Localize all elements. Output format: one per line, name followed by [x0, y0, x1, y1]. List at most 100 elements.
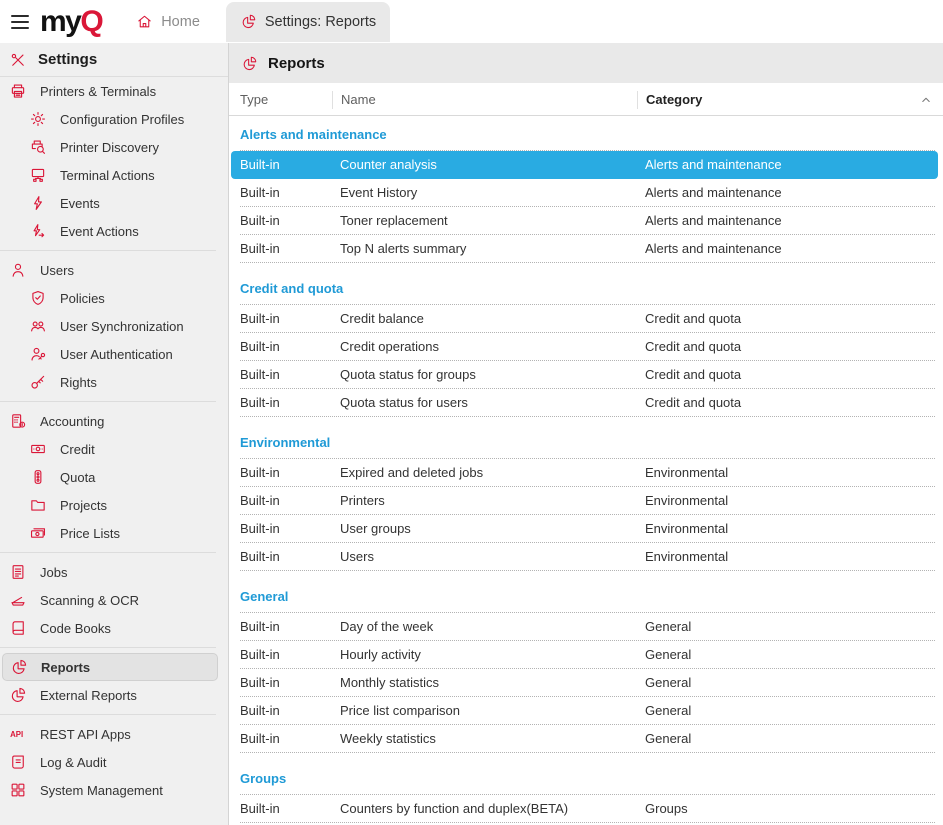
sidebar-item-scanning-ocr[interactable]: Scanning & OCR — [0, 586, 228, 614]
cell-category: Credit and quota — [645, 367, 935, 382]
sort-ascending-icon[interactable] — [919, 93, 933, 107]
sidebar-item-label: Quota — [60, 470, 95, 485]
scroll-icon — [9, 753, 27, 771]
table-body: Alerts and maintenance Built-inCounter an… — [229, 116, 943, 825]
reports-panel: Reports Type Name Category Alerts and ma… — [229, 43, 943, 825]
sidebar-item-policies[interactable]: Policies — [0, 284, 228, 312]
cell-category: Environmental — [645, 521, 935, 536]
sidebar-item-system-management[interactable]: System Management — [0, 776, 228, 804]
sidebar-item-label: Code Books — [40, 621, 111, 636]
sidebar-item-user-synchronization[interactable]: User Synchronization — [0, 312, 228, 340]
sidebar-item-users[interactable]: Users — [0, 256, 228, 284]
report-row-counters-by-function-and-duplex-beta[interactable]: Built-inCounters by function and duplex(… — [240, 795, 935, 823]
report-row-hourly-activity[interactable]: Built-inHourly activityGeneral — [240, 641, 935, 669]
report-row-monthly-statistics[interactable]: Built-inMonthly statisticsGeneral — [240, 669, 935, 697]
report-row-counter-analysis[interactable]: Built-inCounter analysisAlerts and maint… — [231, 151, 938, 179]
tab-home-label: Home — [161, 14, 200, 30]
sidebar-item-label: Printers & Terminals — [40, 84, 156, 99]
sidebar-item-log-audit[interactable]: Log & Audit — [0, 748, 228, 776]
sidebar-item-events[interactable]: Events — [0, 189, 228, 217]
shield-check-icon — [29, 289, 47, 307]
sidebar-item-printer-discovery[interactable]: Printer Discovery — [0, 133, 228, 161]
cell-name: User groups — [340, 521, 645, 536]
sidebar-nav: Printers & Terminals Configuration Profil… — [0, 77, 228, 804]
sidebar-divider — [0, 647, 216, 648]
report-row-price-list-comparison[interactable]: Built-inPrice list comparisonGeneral — [240, 697, 935, 725]
report-row-credit-operations[interactable]: Built-inCredit operationsCredit and quot… — [240, 333, 935, 361]
sidebar-item-code-books[interactable]: Code Books — [0, 614, 228, 642]
report-row-expired-and-deleted-jobs[interactable]: Built-inExpired and deleted jobsEnvironm… — [240, 459, 935, 487]
report-row-printers[interactable]: Built-inPrintersEnvironmental — [240, 487, 935, 515]
report-row-user-groups[interactable]: Built-inUser groupsEnvironmental — [240, 515, 935, 543]
pie-icon — [9, 686, 27, 704]
report-row-day-of-the-week[interactable]: Built-inDay of the weekGeneral — [240, 613, 935, 641]
cell-name: Printers — [340, 493, 645, 508]
cell-name: Top N alerts summary — [340, 241, 645, 256]
key-icon — [29, 373, 47, 391]
report-row-quota-status-for-groups[interactable]: Built-inQuota status for groupsCredit an… — [240, 361, 935, 389]
cell-type: Built-in — [240, 367, 340, 382]
cell-type: Built-in — [240, 647, 340, 662]
cell-category: Groups — [645, 801, 935, 816]
sidebar-item-rights[interactable]: Rights — [0, 368, 228, 396]
cell-category: General — [645, 647, 935, 662]
sidebar-item-printers-terminals[interactable]: Printers & Terminals — [0, 77, 228, 105]
table-header: Type Name Category — [229, 85, 943, 116]
report-row-credit-balance[interactable]: Built-inCredit balanceCredit and quota — [240, 305, 935, 333]
column-header-type[interactable]: Type — [240, 91, 340, 109]
sidebar-item-label: Event Actions — [60, 224, 139, 239]
cell-type: Built-in — [240, 703, 340, 718]
sidebar-item-reports[interactable]: Reports — [2, 653, 218, 681]
sidebar-item-label: System Management — [40, 783, 163, 798]
column-header-category[interactable]: Category — [637, 91, 935, 109]
sidebar-item-jobs[interactable]: Jobs — [0, 558, 228, 586]
report-row-event-history[interactable]: Built-inEvent HistoryAlerts and maintena… — [240, 179, 935, 207]
report-row-toner-replacement[interactable]: Built-inToner replacementAlerts and main… — [240, 207, 935, 235]
book-icon — [9, 619, 27, 637]
sidebar-item-terminal-actions[interactable]: Terminal Actions — [0, 161, 228, 189]
sidebar-header: Settings — [0, 43, 228, 77]
tab-settings-reports[interactable]: Settings: Reports — [226, 2, 390, 42]
sidebar-item-rest-api-apps[interactable]: REST API Apps — [0, 720, 228, 748]
tab-home[interactable]: Home — [122, 0, 214, 43]
cell-name: Weekly statistics — [340, 731, 645, 746]
cell-category: Environmental — [645, 549, 935, 564]
traffic-light-icon — [29, 468, 47, 486]
sidebar-item-label: Credit — [60, 442, 95, 457]
cell-type: Built-in — [240, 185, 340, 200]
sidebar-item-configuration-profiles[interactable]: Configuration Profiles — [0, 105, 228, 133]
report-row-quota-status-for-users[interactable]: Built-inQuota status for usersCredit and… — [240, 389, 935, 417]
bolt-icon — [29, 194, 47, 212]
report-row-users[interactable]: Built-inUsersEnvironmental — [240, 543, 935, 571]
sidebar-item-quota[interactable]: Quota — [0, 463, 228, 491]
sidebar-item-event-actions[interactable]: Event Actions — [0, 217, 228, 245]
cell-category: General — [645, 619, 935, 634]
myq-logo: myQ — [40, 0, 102, 43]
report-row-weekly-statistics[interactable]: Built-inWeekly statisticsGeneral — [240, 725, 935, 753]
report-row-top-n-alerts-summary[interactable]: Built-inTop N alerts summaryAlerts and m… — [240, 235, 935, 263]
hamburger-icon — [8, 10, 32, 34]
sidebar-item-label: Projects — [60, 498, 107, 513]
cell-category: Credit and quota — [645, 339, 935, 354]
sidebar-item-external-reports[interactable]: External Reports — [0, 681, 228, 709]
cell-name: Users — [340, 549, 645, 564]
sidebar-item-price-lists[interactable]: Price Lists — [0, 519, 228, 547]
tab-settings-reports-label: Settings: Reports — [265, 14, 376, 30]
pie-chart-icon — [241, 55, 258, 72]
cell-category: General — [645, 731, 935, 746]
sidebar-item-label: Scanning & OCR — [40, 593, 139, 608]
banknote-icon — [29, 440, 47, 458]
sidebar-item-label: Reports — [41, 660, 90, 675]
sidebar-item-accounting[interactable]: Accounting — [0, 407, 228, 435]
group-heading: General — [240, 583, 935, 613]
report-group-groups: GroupsBuilt-inCounters by function and d… — [240, 765, 935, 823]
column-header-name[interactable]: Name — [332, 91, 645, 109]
hamburger-menu-button[interactable] — [8, 10, 32, 34]
sidebar-item-label: Policies — [60, 291, 105, 306]
sidebar-item-projects[interactable]: Projects — [0, 491, 228, 519]
report-group-general: GeneralBuilt-inDay of the weekGeneralBui… — [240, 583, 935, 753]
sidebar-item-credit[interactable]: Credit — [0, 435, 228, 463]
printer-icon — [9, 82, 27, 100]
sidebar-item-user-authentication[interactable]: User Authentication — [0, 340, 228, 368]
cell-category: Alerts and maintenance — [645, 185, 935, 200]
